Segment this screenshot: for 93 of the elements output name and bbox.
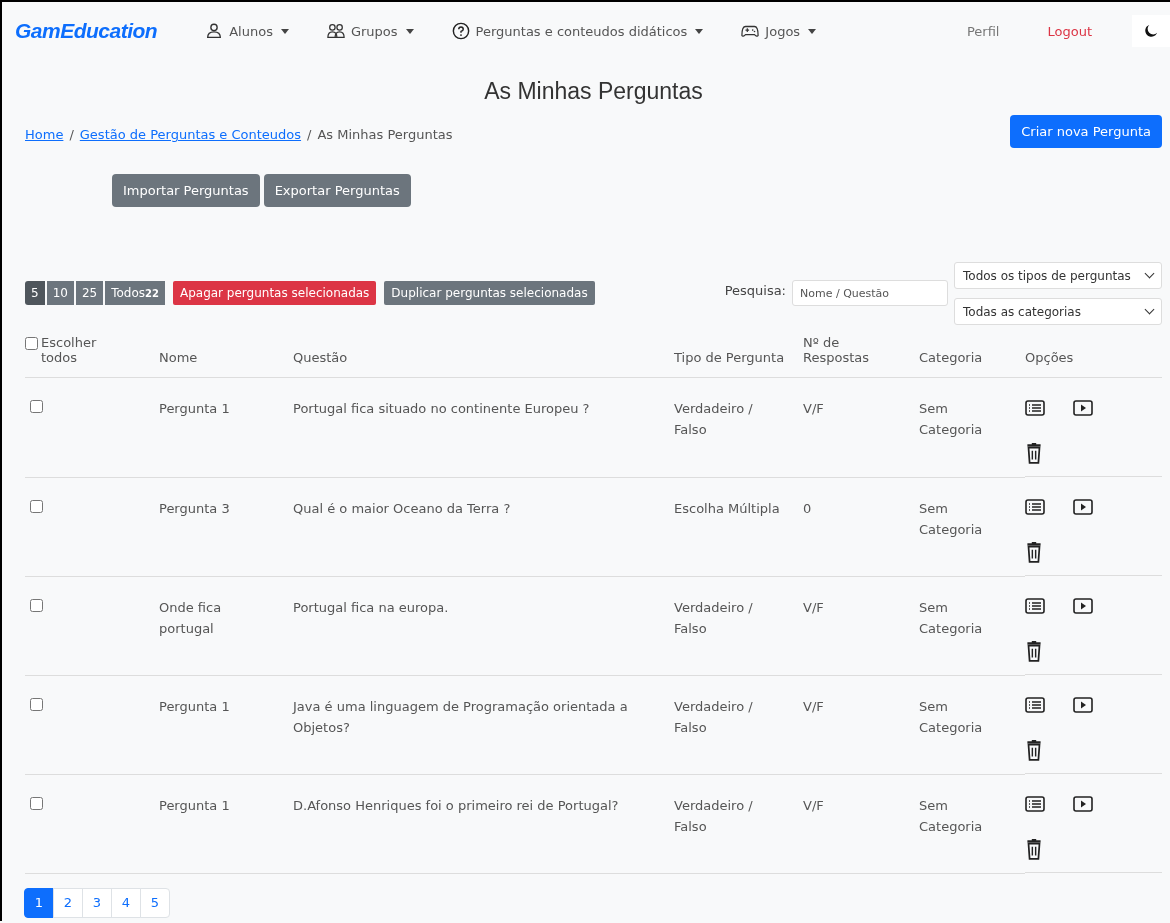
moon-icon xyxy=(1144,24,1158,38)
people-icon xyxy=(326,22,345,40)
page-title: As Minhas Perguntas xyxy=(483,78,704,105)
table-cell: V/F xyxy=(803,698,824,714)
trash-icon[interactable] xyxy=(1025,442,1043,464)
category-dropdown[interactable]: Todas as categorias xyxy=(954,298,1162,325)
nav-menu[interactable]: Perguntas e conteudos didáticos xyxy=(451,22,704,40)
brand-logo[interactable]: GamEducation xyxy=(15,19,158,43)
create-question-button[interactable]: Criar nova Pergunta xyxy=(1010,115,1162,148)
page-button[interactable]: 4 xyxy=(111,887,141,918)
profile-link[interactable]: Perfil xyxy=(966,23,1000,39)
page-button[interactable]: 2 xyxy=(53,887,83,918)
select-all-checkbox[interactable] xyxy=(25,337,38,350)
select-all-label: Escolher todos xyxy=(41,335,98,365)
table-cell: Portugal fica na europa. xyxy=(293,599,449,615)
question-icon xyxy=(451,22,470,40)
list-icon[interactable] xyxy=(1025,598,1045,614)
trash-icon[interactable] xyxy=(1025,739,1043,761)
page-button[interactable]: 1 xyxy=(24,887,54,918)
trash-icon[interactable] xyxy=(1025,640,1043,662)
table-cell: Escolha Múltipla xyxy=(674,500,780,516)
row-checkbox[interactable] xyxy=(30,598,43,612)
dark-mode-button[interactable] xyxy=(1132,15,1170,47)
table-cell: Qual é o maior Oceano da Terra ? xyxy=(293,500,511,516)
table-cell: Sem Categoria xyxy=(919,599,983,636)
caret-icon xyxy=(405,28,414,34)
breadcrumb-link[interactable]: Home xyxy=(25,127,64,142)
table-cell: Verdadeiro / Falso xyxy=(674,698,753,735)
table-cell: V/F xyxy=(803,401,824,416)
nav-menu[interactable]: Grupos xyxy=(326,22,414,40)
table-cell: Pergunta 1 xyxy=(159,401,230,416)
export-button[interactable]: Exportar Perguntas xyxy=(263,174,411,207)
table-cell: Pergunta 1 xyxy=(159,797,230,813)
nav-menu[interactable]: Jogos xyxy=(741,22,817,40)
page-button[interactable]: 5 xyxy=(140,887,170,918)
list-icon[interactable] xyxy=(1025,697,1045,713)
duplicate-selected-button[interactable]: Duplicar perguntas selecionadas xyxy=(384,281,595,305)
list-icon[interactable] xyxy=(1025,796,1045,812)
row-checkbox[interactable] xyxy=(30,796,43,810)
column-header: Tipo de Pergunta xyxy=(674,350,785,365)
breadcrumb-separator: / xyxy=(69,127,74,142)
search-field[interactable]: Nome / Questão xyxy=(792,280,948,306)
play-icon[interactable] xyxy=(1073,796,1093,812)
trash-icon[interactable] xyxy=(1025,541,1043,563)
page-size-button[interactable]: 10 xyxy=(46,281,74,305)
row-checkbox[interactable] xyxy=(30,499,43,513)
row-checkbox[interactable] xyxy=(30,400,43,413)
table-cell: Sem Categoria xyxy=(919,401,983,437)
breadcrumb-current: As Minhas Perguntas xyxy=(317,127,453,142)
column-header: Questão xyxy=(293,350,348,365)
play-icon[interactable] xyxy=(1073,499,1093,515)
table-cell: Portugal fica situado no continente Europeu ? xyxy=(293,401,590,416)
trash-icon[interactable] xyxy=(1025,838,1043,860)
column-header: Opções xyxy=(1025,350,1074,365)
import-button[interactable]: Importar Perguntas xyxy=(112,174,260,207)
column-header: Nº de Respostas xyxy=(803,335,870,365)
caret-icon xyxy=(808,28,817,34)
breadcrumb-separator: / xyxy=(307,127,312,142)
table-cell: D.Afonso Henriques foi o primeiro rei de Portugal? xyxy=(293,797,619,813)
caret-icon xyxy=(695,28,704,34)
table-cell: V/F xyxy=(803,797,824,813)
search-label: Pesquisa: xyxy=(724,283,786,298)
page-button[interactable]: 3 xyxy=(82,887,112,918)
play-icon[interactable] xyxy=(1073,400,1093,416)
play-icon[interactable] xyxy=(1073,598,1093,614)
table-cell: Sem Categoria xyxy=(919,698,983,735)
table-cell: 0 xyxy=(803,500,812,516)
table-cell: Pergunta 1 xyxy=(159,698,230,714)
column-header: Nome xyxy=(159,350,198,365)
table-cell: Onde fica portugal xyxy=(159,599,222,636)
table-cell: Sem Categoria xyxy=(919,797,983,834)
table-cell: Verdadeiro / Falso xyxy=(674,599,753,636)
list-icon[interactable] xyxy=(1025,499,1045,515)
table-cell: Java é uma linguagem de Programação orientada a Objetos? xyxy=(293,698,628,735)
breadcrumb-link[interactable]: Gestão de Perguntas e Conteudos xyxy=(79,127,302,142)
row-checkbox[interactable] xyxy=(30,697,43,711)
type-dropdown[interactable]: Todos os tipos de perguntas xyxy=(954,262,1162,289)
nav-menu[interactable]: Alunos xyxy=(205,22,289,40)
table-cell: Pergunta 3 xyxy=(159,500,230,516)
table-cell: Verdadeiro / Falso xyxy=(674,797,753,834)
list-icon[interactable] xyxy=(1025,400,1045,416)
person-icon xyxy=(205,22,224,40)
page-size-button[interactable]: 5 xyxy=(25,281,45,305)
logout-link[interactable]: Logout xyxy=(1047,23,1092,39)
table-cell: Verdadeiro / Falso xyxy=(674,401,753,437)
page-size-button[interactable]: Todos22 xyxy=(105,281,165,305)
caret-icon xyxy=(280,28,289,34)
table-cell: Sem Categoria xyxy=(919,500,983,537)
table-cell: V/F xyxy=(803,599,824,615)
delete-selected-button[interactable]: Apagar perguntas selecionadas xyxy=(172,281,377,305)
play-icon[interactable] xyxy=(1073,697,1093,713)
page-size-button[interactable]: 25 xyxy=(75,281,104,305)
column-header: Categoria xyxy=(919,350,983,365)
